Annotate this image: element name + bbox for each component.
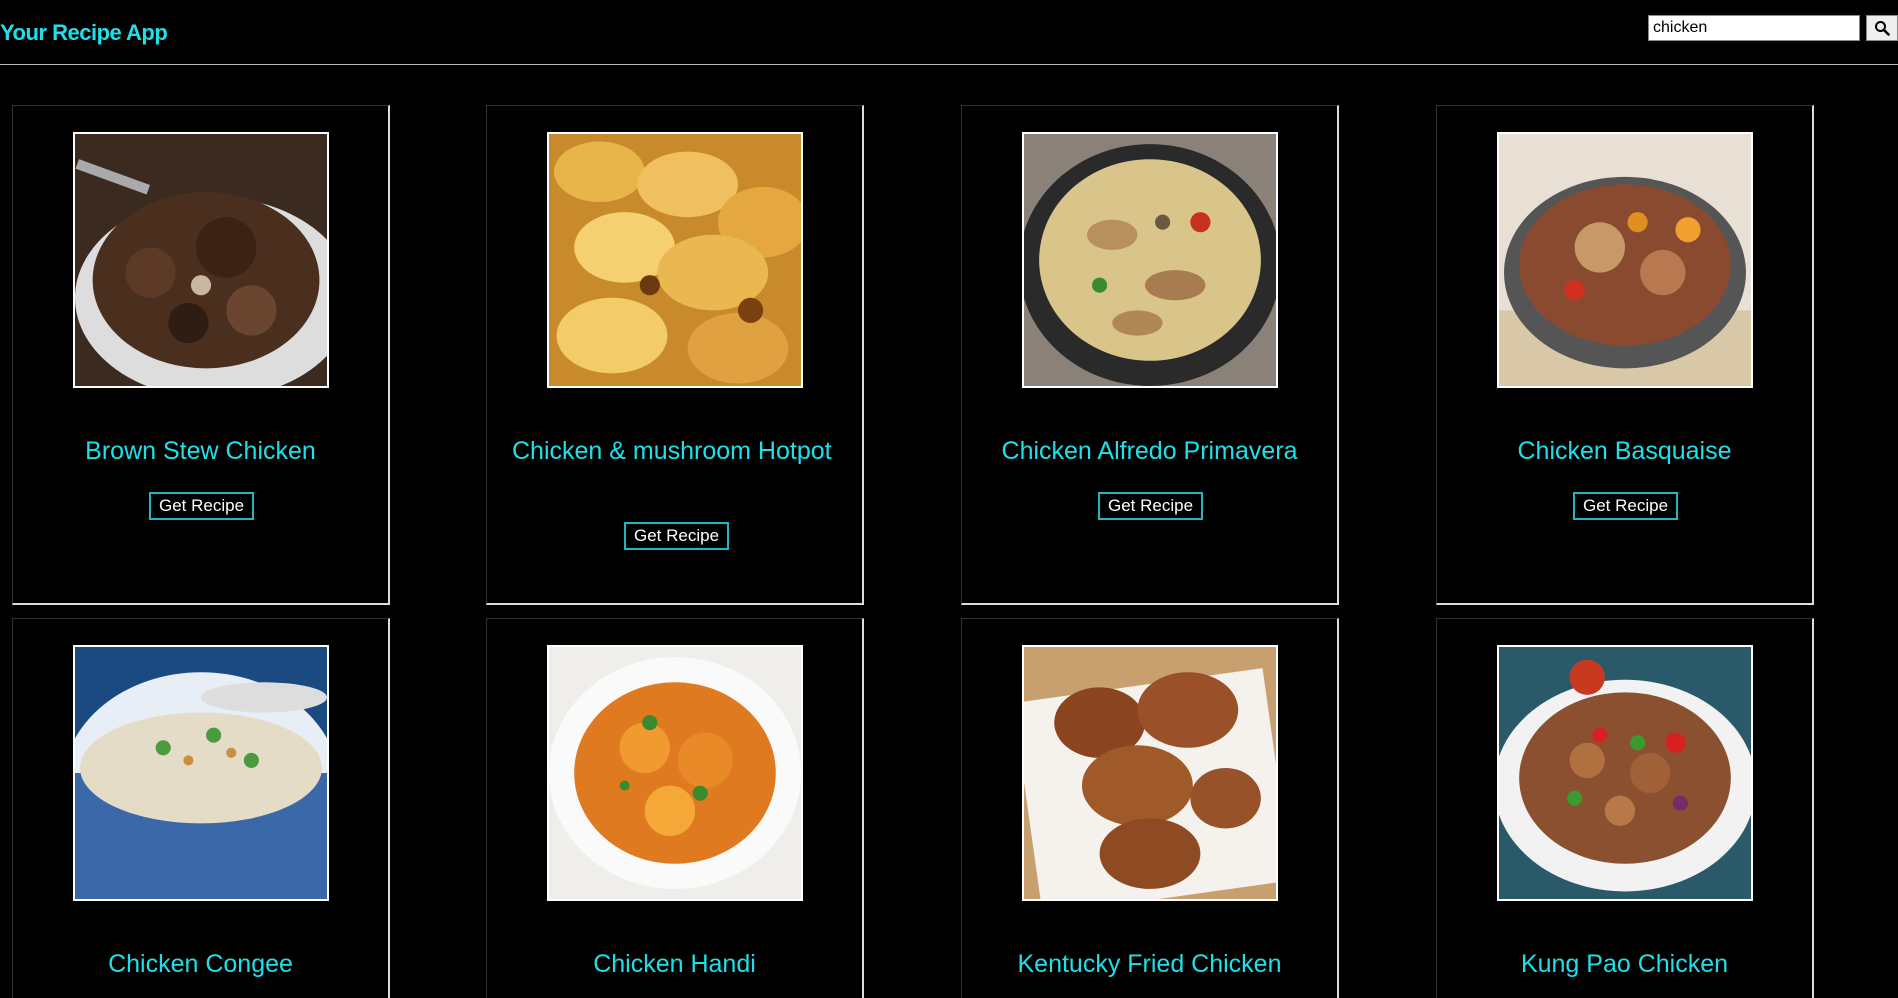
recipe-title: Chicken Congee — [108, 950, 293, 978]
recipe-image[interactable] — [1497, 645, 1753, 901]
get-recipe-button[interactable]: Get Recipe — [149, 492, 255, 520]
recipe-title: Chicken Alfredo Primavera — [1001, 437, 1298, 465]
recipe-image[interactable] — [1022, 132, 1278, 388]
recipe-image[interactable] — [1497, 132, 1753, 388]
recipe-image[interactable] — [1022, 645, 1278, 901]
recipe-card: Chicken Congee — [12, 618, 390, 998]
recipe-title: Brown Stew Chicken — [85, 437, 316, 465]
recipe-card: Kung Pao Chicken — [1436, 618, 1814, 998]
recipe-image[interactable] — [547, 645, 803, 901]
recipe-card: Chicken & mushroom Hotpot Get Recipe — [486, 105, 864, 605]
recipe-image[interactable] — [73, 132, 329, 388]
recipe-image[interactable] — [547, 132, 803, 388]
recipe-card: Chicken Alfredo Primavera Get Recipe — [961, 105, 1339, 605]
search-button[interactable] — [1866, 15, 1898, 41]
recipe-title: Kung Pao Chicken — [1520, 950, 1729, 978]
recipe-image[interactable] — [73, 645, 329, 901]
app-title: Your Recipe App — [0, 20, 168, 45]
recipe-card: Chicken Handi — [486, 618, 864, 998]
recipe-title: Chicken Handi — [593, 950, 756, 978]
recipe-card: Kentucky Fried Chicken — [961, 618, 1339, 998]
recipe-title: Chicken Basquaise — [1517, 437, 1732, 465]
get-recipe-button[interactable]: Get Recipe — [1573, 492, 1679, 520]
recipe-card: Brown Stew Chicken Get Recipe — [12, 105, 390, 605]
search-icon — [1875, 21, 1890, 36]
recipe-title: Chicken & mushroom Hotpot — [512, 437, 832, 465]
recipe-card: Chicken Basquaise Get Recipe — [1436, 105, 1814, 605]
search-input[interactable] — [1648, 15, 1860, 41]
recipe-title: Kentucky Fried Chicken — [1017, 950, 1282, 978]
app-header: Your Recipe App — [0, 0, 1898, 65]
get-recipe-button[interactable]: Get Recipe — [624, 522, 730, 550]
get-recipe-button[interactable]: Get Recipe — [1098, 492, 1204, 520]
